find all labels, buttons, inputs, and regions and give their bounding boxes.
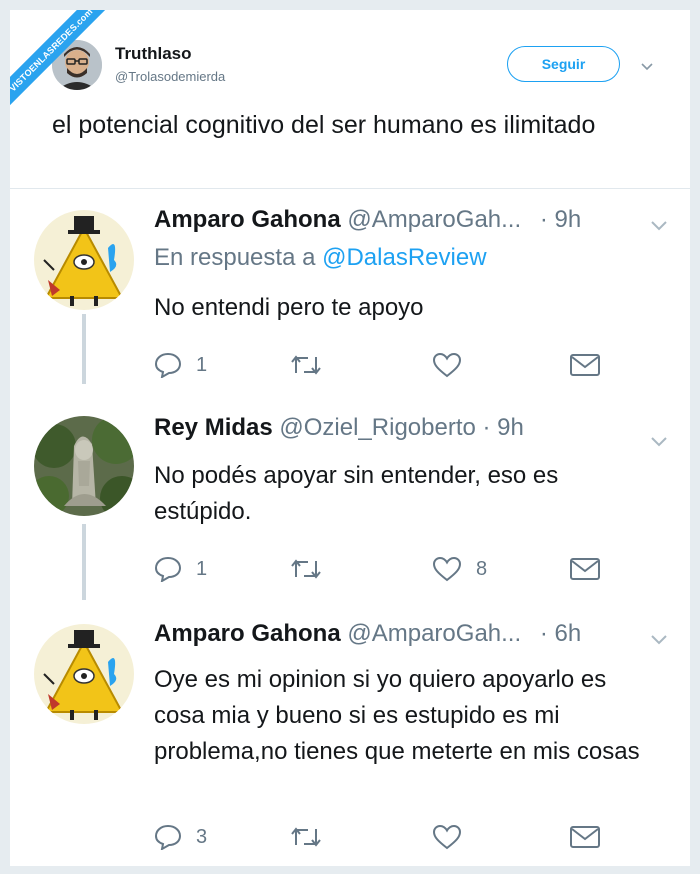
reply-button[interactable]: 1 xyxy=(154,554,207,584)
mention-link[interactable]: @DalasReview xyxy=(322,244,486,271)
reply-icon xyxy=(154,352,182,378)
watermark-text: VISTOENLASREDES.com xyxy=(10,10,112,111)
message-button[interactable] xyxy=(569,554,601,584)
in-reply-label: En respuesta a xyxy=(154,244,316,271)
action-bar: 1 8 xyxy=(154,554,624,584)
action-bar: 3 xyxy=(154,822,624,852)
like-button[interactable]: 8 xyxy=(432,554,487,584)
message-button[interactable] xyxy=(569,822,601,852)
reply-text: Oye es mi opinion si yo quiero apoyarlo … xyxy=(154,666,640,765)
heart-icon xyxy=(432,824,462,850)
reply-header: Amparo Gahona @AmparoGah... · 6h xyxy=(154,620,581,648)
author-name[interactable]: Rey Midas xyxy=(154,414,273,441)
author-handle[interactable]: @Oziel_Rigoberto xyxy=(279,414,475,441)
author-name[interactable]: Amparo Gahona xyxy=(154,206,341,233)
reply-header: Amparo Gahona @AmparoGah... · 9h xyxy=(154,206,581,234)
watermark-ribbon: VISTOENLASREDES.com xyxy=(10,10,120,120)
action-bar: 1 xyxy=(154,350,624,380)
reply-count: 3 xyxy=(196,825,208,848)
message-button[interactable] xyxy=(569,350,601,380)
divider xyxy=(10,188,690,189)
retweet-button[interactable] xyxy=(289,554,337,584)
chevron-down-icon[interactable] xyxy=(640,58,654,71)
like-button[interactable] xyxy=(432,350,476,380)
tweet-text: el potencial cognitivo del ser humano es… xyxy=(52,111,596,139)
reply-header: Rey Midas @Oziel_Rigoberto · 9h xyxy=(154,414,524,442)
thread-line xyxy=(82,524,86,600)
retweet-icon xyxy=(291,355,321,375)
envelope-icon xyxy=(570,826,600,848)
retweet-icon xyxy=(291,827,321,847)
reply-button[interactable]: 1 xyxy=(154,350,207,380)
avatar[interactable] xyxy=(34,416,134,516)
chevron-down-icon[interactable] xyxy=(650,632,668,645)
envelope-icon xyxy=(570,558,600,580)
chevron-down-icon[interactable] xyxy=(650,434,668,447)
reply-button[interactable]: 3 xyxy=(154,822,207,852)
author-handle[interactable]: @AmparoGah... xyxy=(347,620,521,647)
author-name[interactable]: Truthlaso xyxy=(115,44,192,64)
avatar[interactable] xyxy=(34,210,134,310)
heart-icon xyxy=(432,556,462,582)
retweet-icon xyxy=(291,559,321,579)
author-name[interactable]: Amparo Gahona xyxy=(154,620,341,647)
author-handle[interactable]: @Trolasodemierda xyxy=(115,69,225,84)
author-handle[interactable]: @AmparoGah... xyxy=(347,206,521,233)
avatar[interactable] xyxy=(34,624,134,724)
timestamp[interactable]: · 6h xyxy=(540,620,581,647)
reply-icon xyxy=(154,556,182,582)
tweet-card: VISTOENLASREDES.com Truthlaso @Trolasode… xyxy=(10,10,690,866)
like-button[interactable] xyxy=(432,822,476,852)
timestamp[interactable]: · 9h xyxy=(483,414,524,441)
in-reply-to: En respuesta a @DalasReview xyxy=(154,244,487,272)
reply-icon xyxy=(154,824,182,850)
heart-icon xyxy=(432,352,462,378)
retweet-button[interactable] xyxy=(289,822,337,852)
timestamp[interactable]: · 9h xyxy=(540,206,581,233)
reply-text: No podés apoyar sin entender, eso es est… xyxy=(154,462,559,525)
retweet-button[interactable] xyxy=(289,350,337,380)
follow-button[interactable]: Seguir xyxy=(507,46,620,82)
reply-count: 1 xyxy=(196,557,208,580)
envelope-icon xyxy=(570,354,600,376)
chevron-down-icon[interactable] xyxy=(650,218,668,231)
thread-line xyxy=(82,314,86,384)
like-count: 8 xyxy=(476,557,488,580)
reply-count: 1 xyxy=(196,353,208,376)
reply-text: No entendi pero te apoyo xyxy=(154,294,424,321)
